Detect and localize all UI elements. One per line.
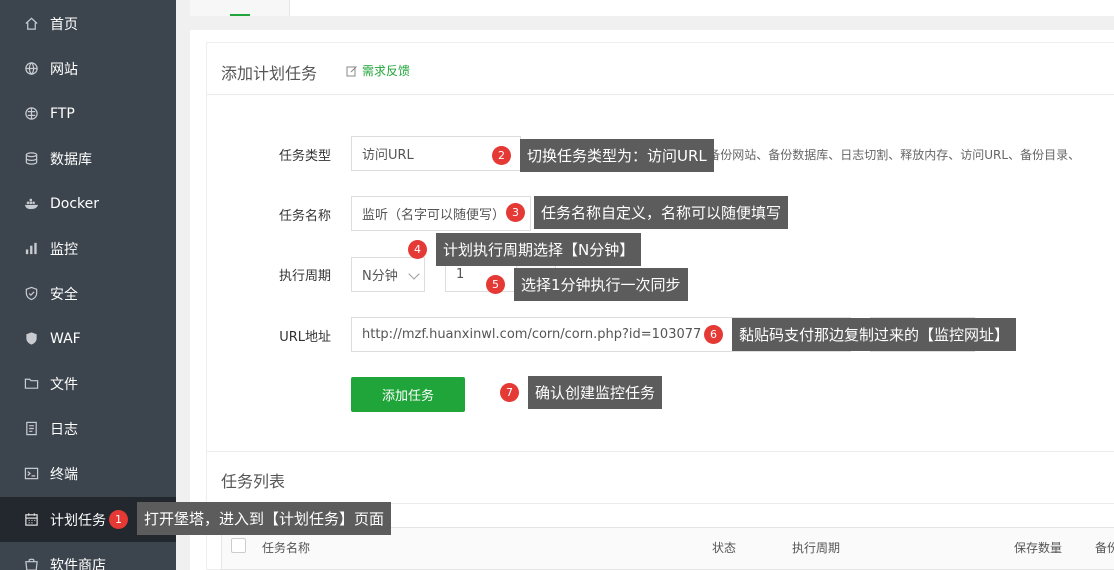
log-icon: [23, 421, 39, 437]
add-task-panel: [206, 42, 1114, 570]
step-tooltip: 计划执行周期选择【N分钟】: [436, 233, 642, 266]
step-badge: 4: [408, 240, 427, 259]
database-icon: [23, 151, 39, 167]
sidebar-item-docker[interactable]: Docker: [0, 181, 176, 226]
step-badge: 7: [500, 383, 519, 402]
sidebar-item-security[interactable]: 安全: [0, 271, 176, 316]
sidebar-item-label: 文件: [50, 376, 78, 393]
column-header[interactable]: 任务名称: [262, 539, 310, 556]
sidebar-item-label: 终端: [50, 466, 78, 483]
sidebar-item-terminal[interactable]: 终端: [0, 451, 176, 496]
task-name-value: 监听（名字可以随便写）: [362, 208, 506, 223]
store-icon: [23, 557, 39, 570]
sidebar-item-database[interactable]: 数据库: [0, 136, 176, 181]
sidebar-item-label: 日志: [50, 421, 78, 438]
column-header[interactable]: 备份: [1095, 539, 1114, 556]
folder-icon: [23, 376, 39, 392]
task-name-input[interactable]: 监听（名字可以随便写）: [351, 196, 531, 231]
step-tooltip: 任务名称自定义，名称可以随便填写: [534, 196, 789, 229]
sidebar-item-website[interactable]: 网站: [0, 46, 176, 91]
sidebar-item-label: WAF: [50, 330, 81, 347]
column-header[interactable]: 保存数量: [1014, 539, 1062, 556]
feedback-label: 需求反馈: [362, 64, 411, 78]
sidebar: 首页 网站 FTP 数据库 Docker 监控 安全 WAF 文件 日志 终端: [0, 0, 176, 570]
calendar-icon: [23, 512, 39, 528]
feedback-link[interactable]: 需求反馈: [346, 62, 410, 79]
sidebar-item-label: 安全: [50, 286, 78, 303]
sidebar-item-label: FTP: [50, 105, 75, 122]
select-all-checkbox[interactable]: [231, 538, 246, 553]
step-badge: 1: [109, 510, 128, 529]
divider: [207, 451, 1114, 452]
monitor-icon: [23, 241, 39, 257]
ftp-icon: [23, 106, 39, 122]
sidebar-item-store[interactable]: 软件商店: [0, 542, 176, 570]
sidebar-item-monitor[interactable]: 监控: [0, 226, 176, 271]
docker-icon: [23, 196, 39, 212]
step-tooltip: 黏贴码支付那边复制过来的【监控网址】: [732, 318, 1017, 351]
terminal-icon: [23, 466, 39, 482]
task-type-label: 任务类型: [278, 149, 331, 164]
step-badge: 5: [486, 275, 505, 294]
step-badge: 6: [704, 325, 723, 344]
step-badge: 2: [492, 146, 511, 165]
column-header[interactable]: 状态: [712, 539, 736, 556]
step-tooltip: 切换任务类型为：访问URL: [520, 139, 714, 172]
sidebar-item-label: 首页: [50, 16, 78, 33]
step-tooltip: 确认创建监控任务: [528, 376, 663, 409]
cycle-label: 执行周期: [278, 269, 331, 284]
active-tab[interactable]: [190, 0, 290, 16]
top-tabs-card: [190, 0, 1114, 16]
cycle-type-value: N分钟: [362, 269, 398, 284]
divider: [207, 94, 1114, 95]
sidebar-item-waf[interactable]: WAF: [0, 316, 176, 361]
sidebar-item-label: 计划任务: [50, 512, 106, 529]
task-name-label: 任务名称: [278, 209, 331, 224]
shield-check-icon: [23, 286, 39, 302]
cycle-type-select[interactable]: N分钟: [351, 257, 425, 292]
step-tooltip: 打开堡塔，进入到【计划任务】页面: [137, 502, 392, 535]
active-tab-indicator: [230, 14, 250, 16]
sidebar-item-ftp[interactable]: FTP: [0, 91, 176, 136]
sidebar-item-label: 监控: [50, 241, 78, 258]
sidebar-item-label: 数据库: [50, 151, 92, 168]
task-type-value: 访问URL: [362, 148, 414, 163]
task-list-title: 任务列表: [221, 472, 286, 491]
url-label: URL地址: [279, 330, 331, 345]
step-badge: 3: [506, 203, 525, 222]
column-header[interactable]: 执行周期: [792, 539, 840, 556]
step-tooltip: 选择1分钟执行一次同步: [514, 268, 688, 301]
chevron-down-icon: [408, 268, 420, 280]
sidebar-item-label: Docker: [50, 195, 100, 212]
sidebar-item-logs[interactable]: 日志: [0, 406, 176, 451]
shield-icon: [23, 331, 39, 347]
url-value: http://mzf.huanxinwl.com/corn/corn.php?i…: [362, 327, 702, 342]
add-task-button-label: 添加任务: [381, 389, 434, 404]
sidebar-item-label: 网站: [50, 61, 78, 78]
sidebar-item-files[interactable]: 文件: [0, 361, 176, 406]
home-icon: [23, 16, 39, 32]
add-task-button[interactable]: 添加任务: [351, 377, 465, 412]
add-task-title: 添加计划任务: [221, 64, 318, 83]
sidebar-item-home[interactable]: 首页: [0, 1, 176, 46]
globe-icon: [23, 61, 39, 77]
minutes-value: 1: [456, 267, 465, 282]
edit-icon: [346, 65, 358, 77]
sidebar-item-label: 软件商店: [50, 557, 106, 570]
